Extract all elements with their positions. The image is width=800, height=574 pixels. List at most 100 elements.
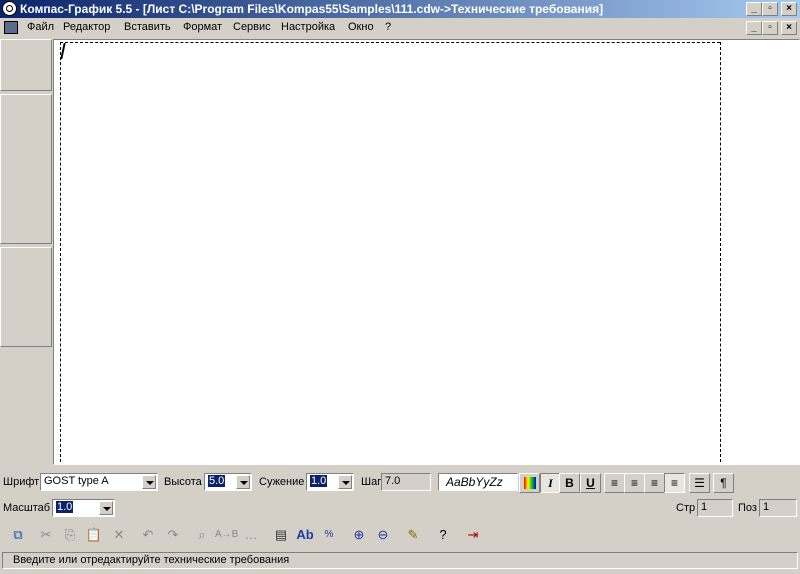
find-next-button[interactable]: … — [240, 524, 262, 546]
scale-toolbar: Масштаб 1.0 Стр 1 Поз 1 — [0, 497, 800, 519]
row-label: Стр — [676, 502, 696, 514]
font-value: GOST type A — [44, 475, 109, 487]
align-left-icon: ≡ — [610, 476, 618, 490]
align-center-icon: ≡ — [630, 476, 638, 490]
step-value: 7.0 — [385, 475, 401, 487]
kompas-app-icon[interactable] — [2, 1, 17, 16]
frame-right-border — [720, 42, 721, 462]
status-bar: Введите или отредактируйте технические т… — [2, 552, 798, 569]
scale-select[interactable]: 1.0 — [52, 499, 115, 517]
font-sample-text: AaBbYyZz — [446, 475, 503, 489]
exit-button[interactable]: ⇥ — [462, 524, 484, 546]
close-button[interactable]: × — [781, 2, 797, 16]
pos-label: Поз — [738, 502, 757, 514]
scale-label: Масштаб — [3, 502, 51, 514]
restore-button[interactable]: ▫ — [762, 2, 778, 16]
chevron-down-icon[interactable] — [236, 475, 250, 489]
frame-left-border — [60, 42, 61, 462]
menu-settings[interactable]: Настройка — [281, 21, 335, 33]
left-panel-segment[interactable] — [0, 247, 52, 347]
menu-help[interactable]: ? — [385, 21, 391, 33]
help-pointer-icon: ? — [439, 527, 447, 542]
menu-format[interactable]: Формат — [183, 21, 222, 33]
delete-button[interactable]: ✕ — [108, 524, 130, 546]
zoom-in-button[interactable]: ⊕ — [348, 524, 370, 546]
copy-icon: ⎘ — [64, 527, 76, 542]
italic-button[interactable]: I — [540, 473, 561, 493]
scale-value: 1.0 — [56, 501, 74, 513]
underline-button[interactable]: U — [580, 473, 601, 493]
window-title: Компас-График 5.5 - [Лист C:\Program Fil… — [20, 2, 604, 16]
height-value: 5.0 — [208, 475, 226, 487]
replace-icon: A→B — [215, 529, 239, 540]
cut-button[interactable]: ✂ — [35, 524, 57, 546]
special-symbol-button[interactable]: % — [318, 524, 340, 546]
menu-file[interactable]: Файл — [27, 21, 54, 33]
font-select[interactable]: GOST type A — [40, 473, 158, 491]
text-color-button[interactable] — [519, 473, 540, 493]
paste-icon: 📋 — [85, 527, 103, 542]
undo-icon: ↶ — [142, 527, 154, 542]
undo-button[interactable]: ↶ — [137, 524, 159, 546]
pos-field: 1 — [759, 499, 797, 517]
exit-icon: ⇥ — [467, 527, 479, 542]
pen-button[interactable]: ✎ — [402, 524, 424, 546]
find-icon: ⌕ — [198, 527, 206, 542]
color-palette-icon — [523, 477, 536, 489]
row-value: 1 — [701, 501, 708, 513]
chevron-down-icon[interactable] — [338, 475, 352, 489]
align-center-button[interactable]: ≡ — [624, 473, 645, 493]
align-left-button[interactable]: ≡ — [604, 473, 625, 493]
chevron-down-icon[interactable] — [99, 501, 113, 515]
zoom-out-icon: ⊖ — [377, 527, 389, 542]
copy-button[interactable]: ⎘ — [59, 524, 81, 546]
bold-button[interactable]: B — [559, 473, 580, 493]
menu-window[interactable]: Окно — [348, 21, 374, 33]
title-bar[interactable]: Компас-График 5.5 - [Лист C:\Program Fil… — [0, 0, 800, 18]
narrow-value: 1.0 — [310, 475, 328, 487]
text-editor-canvas[interactable] — [53, 39, 800, 465]
height-label: Высота — [164, 476, 202, 488]
menu-service[interactable]: Сервис — [233, 21, 271, 33]
minimize-button[interactable]: _ — [746, 2, 762, 16]
numbering-button[interactable]: ☰ — [689, 473, 710, 493]
cut-icon: ✂ — [40, 527, 52, 542]
menu-insert[interactable]: Вставить — [124, 21, 171, 33]
status-message: Введите или отредактируйте технические т… — [13, 554, 290, 566]
main-toolbar: ⧉ ✂ ⎘ 📋 ✕ ↶ ↷ ⌕ A→B … ▤ Ab % ⊕ ⊖ ✎ ? ⇥ — [0, 523, 800, 549]
align-justify-icon: ≡ — [670, 476, 678, 490]
spellcheck-icon: Ab — [296, 527, 314, 542]
left-tool-panel — [0, 39, 52, 465]
align-right-button[interactable]: ≡ — [644, 473, 665, 493]
numbered-list-icon: ☰ — [694, 476, 705, 490]
pos-value: 1 — [763, 501, 770, 513]
redo-button[interactable]: ↷ — [162, 524, 184, 546]
step-field[interactable]: 7.0 — [381, 473, 431, 491]
zoom-out-button[interactable]: ⊖ — [372, 524, 394, 546]
left-panel-segment[interactable] — [0, 94, 52, 244]
find-next-icon: … — [244, 527, 258, 542]
narrow-select[interactable]: 1.0 — [306, 473, 354, 491]
help-pointer-button[interactable]: ? — [432, 524, 454, 546]
zoom-in-icon: ⊕ — [353, 527, 365, 542]
align-right-icon: ≡ — [650, 476, 658, 490]
left-panel-segment[interactable] — [0, 39, 52, 91]
step-label: Шаг — [361, 476, 382, 488]
menu-editor[interactable]: Редактор — [63, 21, 110, 33]
doc-restore-button[interactable]: ▫ — [762, 21, 778, 35]
height-select[interactable]: 5.0 — [204, 473, 252, 491]
doc-minimize-button[interactable]: _ — [746, 21, 762, 35]
document-menu-icon[interactable] — [4, 21, 18, 34]
paste-button[interactable]: 📋 — [83, 524, 105, 546]
doc-close-button[interactable]: × — [781, 21, 797, 35]
align-justify-button[interactable]: ≡ — [664, 473, 685, 493]
text-template-button[interactable]: ▤ — [270, 524, 292, 546]
find-button[interactable]: ⌕ — [191, 524, 213, 546]
menu-bar: Файл Редактор Вставить Формат Сервис Нас… — [0, 18, 800, 38]
spellcheck-button[interactable]: Ab — [294, 524, 316, 546]
paragraph-button[interactable]: ¶ — [713, 473, 734, 493]
replace-button[interactable]: A→B — [215, 524, 239, 546]
switch-mode-button[interactable]: ⧉ — [7, 524, 29, 546]
chevron-down-icon[interactable] — [142, 475, 156, 489]
font-sample-preview: AaBbYyZz — [438, 473, 518, 491]
